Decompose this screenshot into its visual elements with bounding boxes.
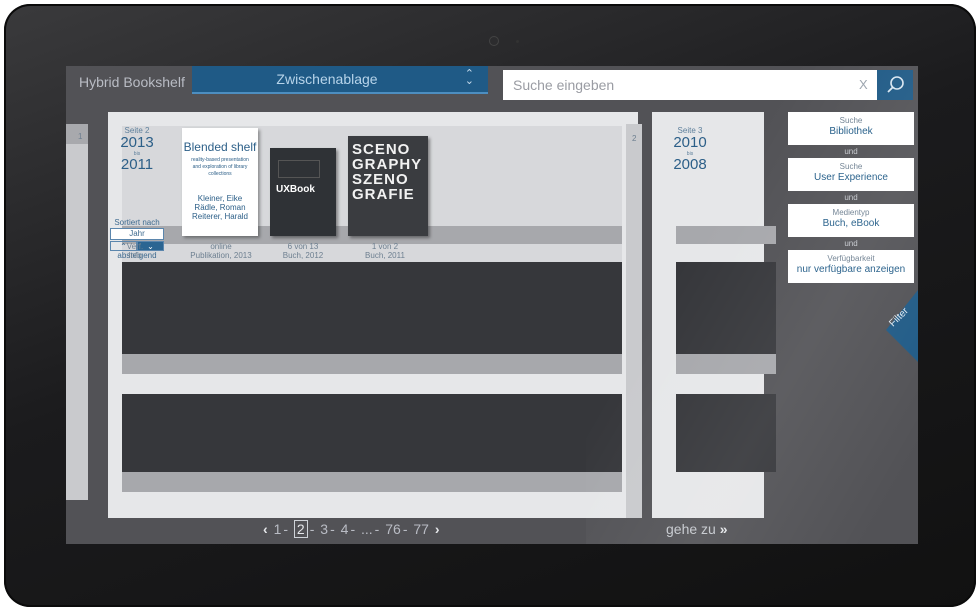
book-caption: online Publikation, 2013 bbox=[176, 242, 266, 260]
page-link[interactable]: 1 bbox=[274, 521, 282, 537]
page-link-current[interactable]: 2 bbox=[293, 520, 308, 538]
sort-field[interactable]: Jahr bbox=[110, 228, 164, 240]
filter-value: Bibliothek bbox=[829, 126, 873, 137]
shelf-divider bbox=[626, 124, 642, 518]
double-chevron-right-icon: » bbox=[719, 521, 728, 537]
filter-medientyp[interactable]: Medientyp Buch, eBook bbox=[788, 204, 914, 237]
page-link[interactable]: 3 bbox=[320, 521, 328, 537]
filter-type: Suche bbox=[839, 162, 863, 171]
book-type-year: Buch, 2012 bbox=[282, 251, 324, 260]
goto-button[interactable]: gehe zu » bbox=[666, 521, 728, 537]
app-title: Hybrid Bookshelf bbox=[79, 74, 185, 90]
page-card-left: Seite 2 2013 bis 2011 bbox=[110, 126, 164, 173]
shelf-compartment-2 bbox=[122, 394, 622, 472]
book-title: SCENO GRAPHY SZENO GRAFIE bbox=[352, 141, 422, 203]
book-status: online bbox=[210, 242, 232, 251]
book-type-year: Buch, 2011 bbox=[365, 251, 405, 260]
book-scenography[interactable]: SCENO GRAPHY SZENO GRAFIE bbox=[348, 136, 428, 236]
shelf-edge-left bbox=[66, 124, 88, 500]
filter-value: nur verfügbare anzeigen bbox=[796, 264, 906, 275]
sort-label: Sortiert nach bbox=[114, 218, 160, 227]
goto-label: gehe zu bbox=[666, 521, 716, 537]
camera-icon bbox=[490, 37, 498, 45]
filter-type: Suche bbox=[839, 116, 863, 125]
page-marker-2: 2 bbox=[632, 134, 637, 143]
filter-tab[interactable]: Filter bbox=[876, 290, 918, 380]
page-link[interactable]: 77 bbox=[413, 521, 429, 537]
year-from: 2013 bbox=[120, 134, 154, 151]
filter-search-bibliothek[interactable]: Suche Bibliothek bbox=[788, 112, 914, 145]
top-bar: Hybrid Bookshelf Zwischenablage ⌃ ⌄ Suche… bbox=[66, 66, 918, 100]
shelf-board-1 bbox=[122, 354, 622, 374]
shelf-edge-left-top bbox=[66, 124, 88, 144]
search-input[interactable]: Suche eingeben X bbox=[503, 70, 877, 100]
chevron-updown-icon: ⌃ ⌄ bbox=[464, 68, 474, 87]
book-blended-shelf[interactable]: Blended shelf reality-based presentation… bbox=[182, 128, 258, 236]
collection-select[interactable]: Zwischenablage ⌃ ⌄ bbox=[192, 66, 488, 94]
shelf3-compartment-2 bbox=[676, 394, 776, 472]
app-screen: Hybrid Bookshelf Zwischenablage ⌃ ⌄ Suche… bbox=[66, 66, 918, 544]
shelf3-compartment-1 bbox=[676, 262, 776, 354]
year-to: 2008 bbox=[673, 156, 707, 173]
filter-verfuegbarkeit[interactable]: Verfügbarkeit nur verfügbare anzeigen bbox=[788, 250, 914, 283]
author-info-link[interactable]: Verf. Info bbox=[92, 242, 178, 260]
filter-value: User Experience bbox=[814, 172, 888, 183]
filter-connector: und bbox=[844, 193, 858, 202]
search-placeholder: Suche eingeben bbox=[513, 77, 615, 93]
book-caption: 1 von 2 Buch, 2011 bbox=[340, 242, 430, 260]
sensor-dot bbox=[516, 40, 519, 43]
page-card-right: Seite 3 2010 bis 2008 bbox=[666, 126, 714, 173]
book-cover-art bbox=[278, 160, 320, 178]
shelf3-board-top bbox=[676, 226, 776, 244]
book-uxbook[interactable]: UXBook bbox=[270, 148, 336, 236]
year-from: 2010 bbox=[673, 134, 707, 151]
page-ellipsis: ... bbox=[361, 521, 373, 537]
filter-connector: und bbox=[844, 239, 858, 248]
book-subtitle: reality-based presentation and explorati… bbox=[191, 157, 249, 177]
filter-value: Buch, eBook bbox=[822, 218, 880, 229]
filter-connector: und bbox=[844, 147, 858, 156]
book-title: UXBook bbox=[276, 184, 315, 195]
book-caption: 6 von 13 Buch, 2012 bbox=[258, 242, 348, 260]
year-to: 2011 bbox=[120, 156, 154, 173]
page-marker-1: 1 bbox=[78, 132, 83, 141]
search-icon bbox=[887, 76, 904, 93]
shelf3-board-1 bbox=[676, 354, 776, 374]
collection-select-label: Zwischenablage bbox=[276, 71, 378, 87]
filter-search-ux[interactable]: Suche User Experience bbox=[788, 158, 914, 191]
book-type-year: Publikation, 2013 bbox=[190, 251, 252, 260]
pagination: ‹ 1- 2- 3- 4- ... - 76- 77 › bbox=[263, 520, 440, 538]
book-status: 6 von 13 bbox=[287, 242, 319, 251]
page-link[interactable]: 4 bbox=[341, 521, 349, 537]
filter-panel: Suche Bibliothek und Suche User Experien… bbox=[788, 112, 914, 283]
shelf-board-2 bbox=[122, 472, 622, 492]
book-authors: Kleiner, Eike Rädle, Roman Reiterer, Har… bbox=[191, 194, 249, 221]
next-page-icon[interactable]: › bbox=[435, 521, 440, 537]
book-title: Blended shelf bbox=[183, 140, 257, 154]
filter-type: Medientyp bbox=[832, 208, 870, 217]
prev-page-icon[interactable]: ‹ bbox=[263, 521, 268, 537]
shelf-compartment-1 bbox=[122, 262, 622, 354]
book-status: 1 von 2 bbox=[371, 242, 399, 251]
filter-type: Verfügbarkeit bbox=[827, 254, 875, 263]
clear-search-button[interactable]: X bbox=[859, 77, 868, 92]
search-button[interactable] bbox=[877, 70, 913, 100]
page-link[interactable]: 76 bbox=[385, 521, 401, 537]
